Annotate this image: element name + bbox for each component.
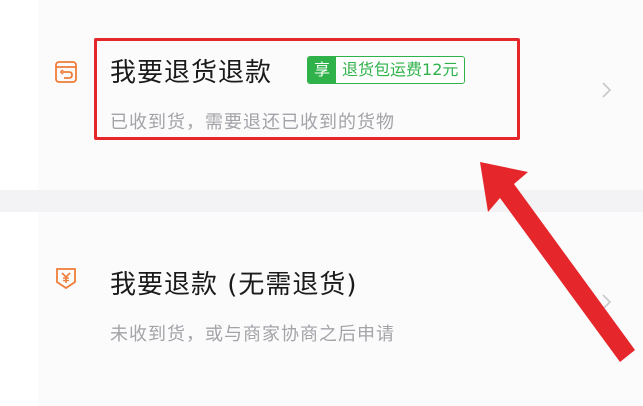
return-box-icon	[55, 61, 77, 83]
red-arrow-annotation	[480, 162, 635, 362]
yen-tag-icon	[56, 268, 76, 290]
refund-type-page: 我要退货退款 享 退货包运费12元 已收到货，需要退还已收到的货物 我要退款 (…	[0, 0, 643, 406]
option-2-subtitle: 未收到货，或与商家协商之后申请	[110, 324, 395, 345]
highlight-annotation-box	[94, 38, 520, 140]
option-2-title: 我要退款 (无需退货)	[110, 270, 358, 300]
chevron-right-icon[interactable]	[596, 80, 616, 100]
